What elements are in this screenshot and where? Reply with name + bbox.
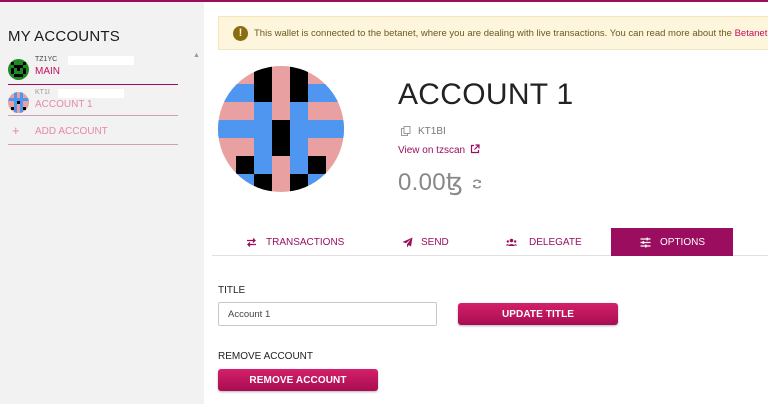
betanet-link[interactable]: Betanet expe: [735, 28, 768, 39]
account-balance: 0.00ꜩ: [398, 169, 464, 196]
external-link-icon: [470, 144, 480, 154]
tab-label: DELEGATE: [529, 237, 582, 248]
tab-transactions[interactable]: TRANSACTIONS: [212, 228, 345, 256]
tab-label: OPTIONS: [660, 237, 706, 248]
title-label: TITLE: [218, 285, 246, 296]
users-icon: [506, 238, 517, 246]
sliders-icon: [640, 237, 651, 248]
account-address-text: KT1BI: [418, 126, 446, 137]
account-identicon: [218, 66, 344, 192]
sidebar: MY ACCOUNTS ▲ TZ1YC MAIN KT1I ACCOUNT 1 …: [0, 2, 204, 404]
add-account-button[interactable]: + ADD ACCOUNT: [8, 119, 178, 145]
tzscan-link-label: View on tzscan: [398, 145, 466, 156]
plus-icon: +: [12, 123, 20, 138]
scroll-up-arrow-icon[interactable]: ▲: [193, 52, 200, 59]
exclamation-icon: !: [233, 26, 248, 41]
remove-account-button[interactable]: REMOVE ACCOUNT: [218, 369, 378, 391]
account-tabs: TRANSACTIONS SEND DELEGATE OPTIONS: [212, 228, 768, 256]
account-address: TZ1YC: [35, 56, 58, 63]
copy-icon[interactable]: [401, 126, 411, 136]
tzscan-link[interactable]: View on tzscan: [398, 144, 480, 156]
arrows-exchange-icon: [247, 238, 256, 247]
paper-plane-icon: [402, 237, 413, 248]
tab-options[interactable]: OPTIONS: [611, 228, 733, 256]
banner-text: This wallet is connected to the betanet,…: [254, 28, 735, 39]
account-title: ACCOUNT 1: [398, 78, 574, 111]
address-redaction: [68, 56, 134, 65]
tab-label: TRANSACTIONS: [266, 237, 345, 248]
account-name: ACCOUNT 1: [35, 99, 93, 110]
sidebar-account-1[interactable]: KT1I ACCOUNT 1: [8, 88, 178, 116]
tab-delegate[interactable]: DELEGATE: [482, 228, 602, 256]
remove-account-label: REMOVE ACCOUNT: [218, 351, 314, 362]
account-address: KT1I: [35, 89, 50, 96]
tab-label: SEND: [421, 237, 449, 248]
update-title-button[interactable]: UPDATE TITLE: [458, 303, 618, 325]
refresh-icon[interactable]: [471, 178, 483, 190]
title-input[interactable]: [218, 302, 437, 326]
tab-send[interactable]: SEND: [362, 228, 472, 256]
sidebar-title: MY ACCOUNTS: [8, 28, 120, 45]
account-name: MAIN: [35, 66, 60, 77]
sidebar-account-main[interactable]: TZ1YC MAIN: [8, 55, 178, 85]
address-redaction: [58, 89, 124, 98]
account-avatar: [8, 92, 29, 113]
betanet-warning-banner: ! This wallet is connected to the betane…: [218, 16, 768, 50]
account-avatar: [8, 59, 29, 80]
banner-message: This wallet is connected to the betanet,…: [254, 28, 768, 39]
add-account-label: ADD ACCOUNT: [35, 126, 108, 137]
